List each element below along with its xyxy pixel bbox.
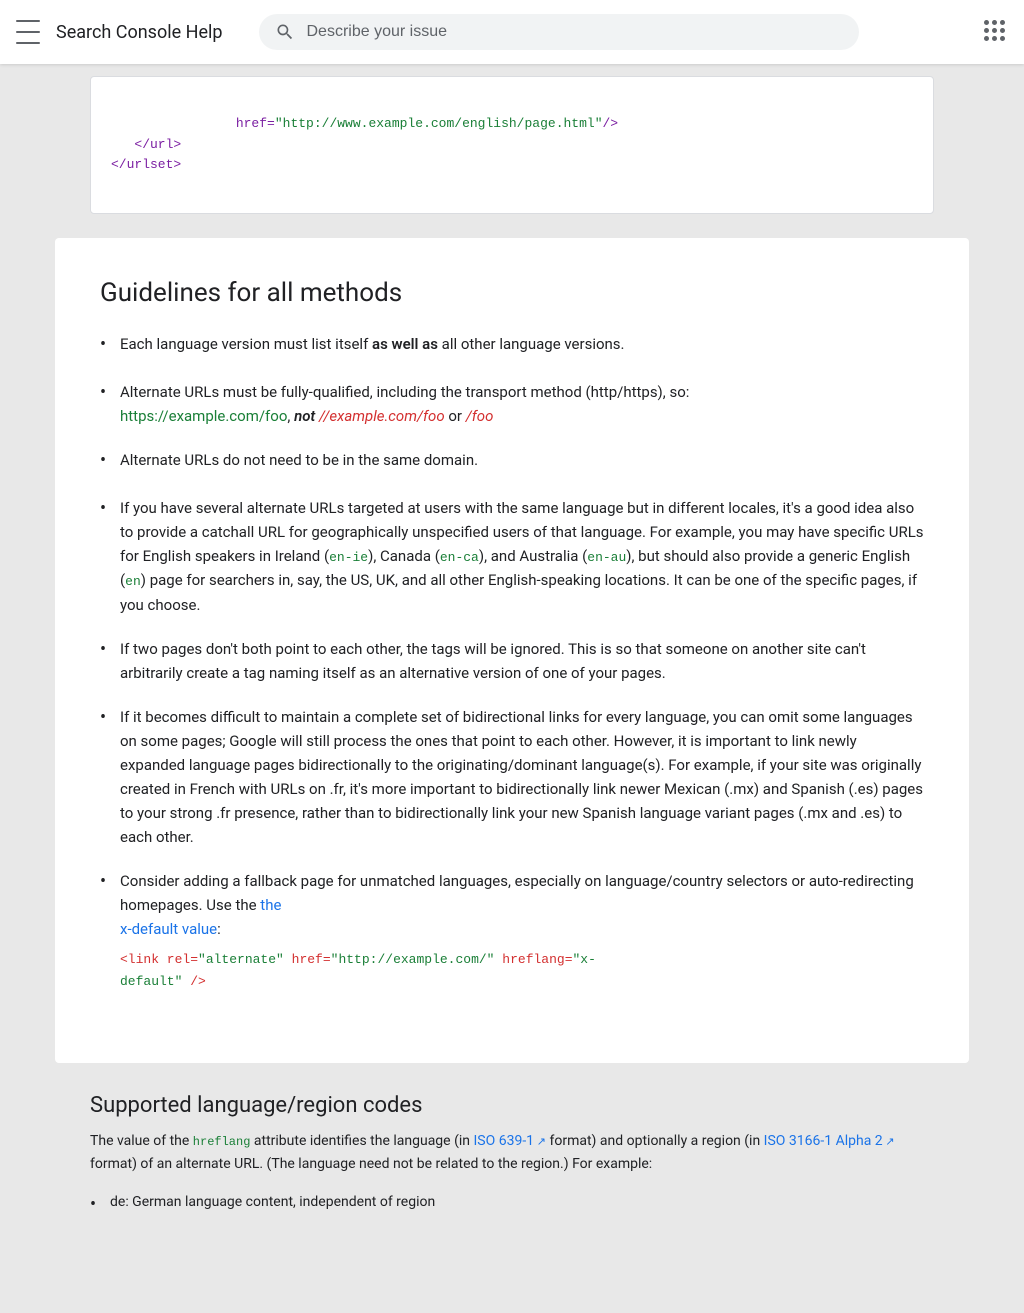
- supported-title: Supported language/region codes: [90, 1093, 934, 1118]
- search-bar[interactable]: [259, 14, 859, 50]
- x-default-link[interactable]: thex-default value: [120, 896, 281, 938]
- bullet-dot: •: [100, 495, 120, 524]
- header: Search Console Help: [0, 0, 1024, 64]
- bullet-content: Alternate URLs must be fully-qualified, …: [120, 380, 924, 428]
- list-item: • Consider adding a fallback page for un…: [100, 869, 924, 993]
- page-content: href="http://www.example.com/english/pag…: [0, 64, 1024, 1240]
- code-en-ca: en-ca: [440, 550, 479, 565]
- list-item: • If it becomes difficult to maintain a …: [100, 705, 924, 849]
- bottom-bullet-item: • de: German language content, independe…: [90, 1191, 934, 1220]
- bullet-content: Each language version must list itself a…: [120, 332, 924, 356]
- guidelines-title: Guidelines for all methods: [100, 278, 924, 308]
- code-block-xdefault: <link rel="alternate" href="http://examp…: [120, 949, 924, 993]
- code-en-au: en-au: [587, 550, 626, 565]
- example-link-green[interactable]: https://example.com/foo: [120, 407, 287, 425]
- site-logo: Search Console Help: [56, 22, 223, 43]
- code-block-top: href="http://www.example.com/english/pag…: [90, 76, 934, 214]
- search-input[interactable]: [307, 23, 843, 41]
- code-line-3: </urlset>: [111, 157, 181, 172]
- bullet-content: Alternate URLs do not need to be in the …: [120, 448, 924, 472]
- list-item: • Alternate URLs must be fully-qualified…: [100, 380, 924, 428]
- code-en: en: [125, 574, 141, 589]
- list-item: • If two pages don't both point to each …: [100, 637, 924, 685]
- bullet-dot: •: [90, 1191, 110, 1220]
- guidelines-list: • Each language version must list itself…: [100, 332, 924, 993]
- bullet-dot: •: [100, 868, 120, 897]
- example-link-red-2[interactable]: /foo: [466, 407, 494, 425]
- bullet-dot: •: [100, 331, 120, 360]
- bullet-content: Consider adding a fallback page for unma…: [120, 869, 924, 993]
- bullet-dot: •: [100, 636, 120, 665]
- bullet-dot: •: [100, 704, 120, 733]
- bullet-content: If two pages don't both point to each ot…: [120, 637, 924, 685]
- search-icon: [275, 22, 295, 42]
- bullet-dot: •: [100, 447, 120, 476]
- guidelines-card: Guidelines for all methods • Each langua…: [55, 238, 969, 1063]
- code-line-2: </url>: [111, 137, 181, 152]
- code-line-1: href="http://www.example.com/english/pag…: [158, 116, 618, 131]
- code-section-top: href="http://www.example.com/english/pag…: [0, 64, 1024, 238]
- bottom-bullet-text: de: German language content, independent…: [110, 1191, 435, 1213]
- supported-desc: The value of the hreflang attribute iden…: [90, 1130, 934, 1175]
- list-item: • If you have several alternate URLs tar…: [100, 496, 924, 618]
- supported-section: Supported language/region codes The valu…: [0, 1063, 1024, 1240]
- google-apps-button[interactable]: [984, 20, 1008, 44]
- iso-639-link[interactable]: ISO 639-1: [473, 1133, 546, 1149]
- bullet-content: If you have several alternate URLs targe…: [120, 496, 924, 618]
- iso-3166-link[interactable]: ISO 3166-1 Alpha 2: [764, 1133, 895, 1149]
- bullet-dot: •: [100, 379, 120, 408]
- hreflang-code: hreflang: [193, 1135, 251, 1149]
- list-item: • Each language version must list itself…: [100, 332, 924, 360]
- bullet-content: If it becomes difficult to maintain a co…: [120, 705, 924, 849]
- code-en-ie: en-ie: [329, 550, 368, 565]
- example-link-red-1[interactable]: //example.com/foo: [319, 407, 445, 425]
- list-item: • Alternate URLs do not need to be in th…: [100, 448, 924, 476]
- menu-button[interactable]: [16, 20, 40, 44]
